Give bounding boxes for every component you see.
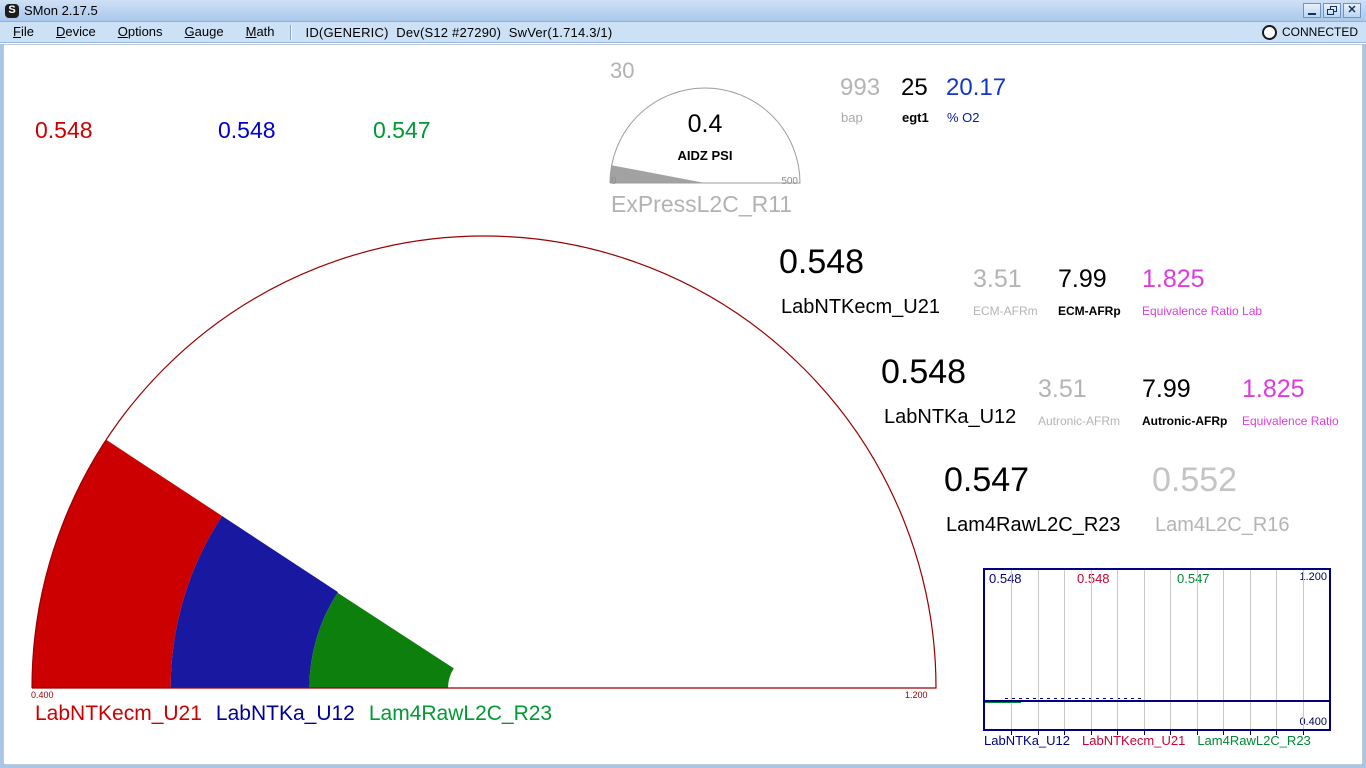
connection-indicator: CONNECTED <box>1261 24 1366 40</box>
close-icon: ✕ <box>1347 4 1357 16</box>
chart-legend-labntkecm-u21: LabNTKecm_U21 <box>1082 733 1186 748</box>
menu-separator <box>289 24 292 40</box>
readout-value-labntkecm-u21: 0.548 <box>779 243 865 281</box>
aidz-gauge-units-label: AIDZ PSI <box>677 148 733 163</box>
strip-chart[interactable]: 0.548 0.548 0.547 1.200 0.400 <box>983 568 1331 731</box>
app-icon: S <box>5 3 19 18</box>
close-button[interactable]: ✕ <box>1343 3 1361 18</box>
ecm-afrp-label: ECM-AFRp <box>1058 304 1121 318</box>
readout-value-labntka-u12: 0.548 <box>881 353 967 391</box>
connection-status-icon <box>1261 24 1277 40</box>
window-titlebar[interactable]: S SMon 2.17.5 ✕ <box>0 0 1366 22</box>
readout-value-lam4l2c-r16: 0.552 <box>1152 461 1238 499</box>
menu-item-gauge[interactable]: Gauge <box>174 22 235 42</box>
gauge-value-labntkecm-u21: 0.548 <box>35 117 93 143</box>
equiv-ratio-value: 1.825 <box>1242 375 1305 403</box>
gauge-value-lam4rawl2c-r23: 0.547 <box>373 117 431 143</box>
chart-value-labntkecm-u21: 0.548 <box>1077 571 1110 586</box>
gauge-value-labntka-u12: 0.548 <box>218 117 276 143</box>
equiv-ratio-label: Equivalence Ratio <box>1242 414 1339 428</box>
app-window: S SMon 2.17.5 ✕ File Device Options Gaug… <box>0 0 1366 768</box>
readout-name-lam4rawl2c-r23: Lam4RawL2C_R23 <box>946 514 1121 536</box>
aidz-gauge-max-label: 500 <box>781 176 798 187</box>
chart-legend-lam4rawl2c-r23: Lam4RawL2C_R23 <box>1197 733 1311 748</box>
legend-lam4rawl2c-r23: Lam4RawL2C_R23 <box>368 702 553 725</box>
egt1-value: 25 <box>901 74 928 101</box>
readout-name-labntkecm-u21: LabNTKecm_U21 <box>781 296 940 318</box>
readout-value-lam4rawl2c-r23: 0.547 <box>944 461 1030 499</box>
o2-value: 20.17 <box>946 74 1007 101</box>
chart-legend-labntka-u12: LabNTKa_U12 <box>984 733 1070 748</box>
lambda-gauge-min-label: 0.400 <box>31 690 54 700</box>
menu-item-device[interactable]: Device <box>45 22 107 42</box>
chart-value-labntka-u12: 0.548 <box>989 571 1022 586</box>
legend-labntka-u12: LabNTKa_U12 <box>215 702 355 725</box>
connection-status-label: CONNECTED <box>1281 25 1358 39</box>
chart-trace-noise <box>1005 698 1145 699</box>
autronic-afrp-value: 7.99 <box>1142 375 1191 403</box>
menubar: File Device Options Gauge Math ID(GENERI… <box>0 22 1366 43</box>
autronic-afrp-label: Autronic-AFRp <box>1142 414 1228 428</box>
device-status-text: ID(GENERIC) Dev(S12 #27290) SwVer(1.714.… <box>305 24 613 40</box>
aidz-gauge-peak-value: 30 <box>610 58 635 83</box>
ecm-afrp-value: 7.99 <box>1058 265 1107 293</box>
main-canvas: 0.548 0.548 0.547 30 0.4 AIDZ PSI 0 500 … <box>0 44 1366 768</box>
restore-button[interactable] <box>1323 3 1341 18</box>
menu-item-options[interactable]: Options <box>107 22 174 42</box>
autronic-afrm-value: 3.51 <box>1038 375 1087 403</box>
lambda-gauge-legend: LabNTKecm_U21 LabNTKa_U12 Lam4RawL2C_R23 <box>35 702 552 726</box>
ecm-afrm-label: ECM-AFRm <box>973 304 1038 318</box>
legend-labntkecm-u21: LabNTKecm_U21 <box>35 702 202 725</box>
menu-item-math[interactable]: Math <box>235 22 286 42</box>
minimize-icon <box>1308 13 1316 15</box>
bap-value: 993 <box>840 74 881 101</box>
window-controls: ✕ <box>1303 3 1361 18</box>
readout-name-lam4l2c-r16: Lam4L2C_R16 <box>1155 514 1290 536</box>
ecm-afrm-value: 3.51 <box>973 265 1022 293</box>
equiv-ratio-lab-label: Equivalence Ratio Lab <box>1142 304 1263 318</box>
autronic-afrm-label: Autronic-AFRm <box>1038 414 1121 428</box>
aidz-gauge-min-label: 0 <box>611 176 617 187</box>
bap-label: bap <box>841 110 863 125</box>
equiv-ratio-lab-value: 1.825 <box>1142 265 1205 293</box>
restore-icon <box>1327 6 1337 15</box>
aidz-gauge-value: 0.4 <box>687 110 723 138</box>
readout-name-labntka-u12: LabNTKa_U12 <box>884 406 1017 428</box>
lambda-gauge-max-label: 1.200 <box>905 690 928 700</box>
chart-legend: LabNTKa_U12 LabNTKecm_U21 Lam4RawL2C_R23 <box>984 733 1311 748</box>
o2-label: % O2 <box>947 110 980 125</box>
aidz-gauge-channel-name: ExPressL2C_R11 <box>611 191 793 217</box>
minimize-button[interactable] <box>1303 3 1321 18</box>
menu-item-file[interactable]: File <box>2 22 45 42</box>
egt1-label: egt1 <box>902 110 929 125</box>
chart-value-lam4rawl2c-r23: 0.547 <box>1177 571 1210 586</box>
window-title: SMon 2.17.5 <box>24 3 98 18</box>
